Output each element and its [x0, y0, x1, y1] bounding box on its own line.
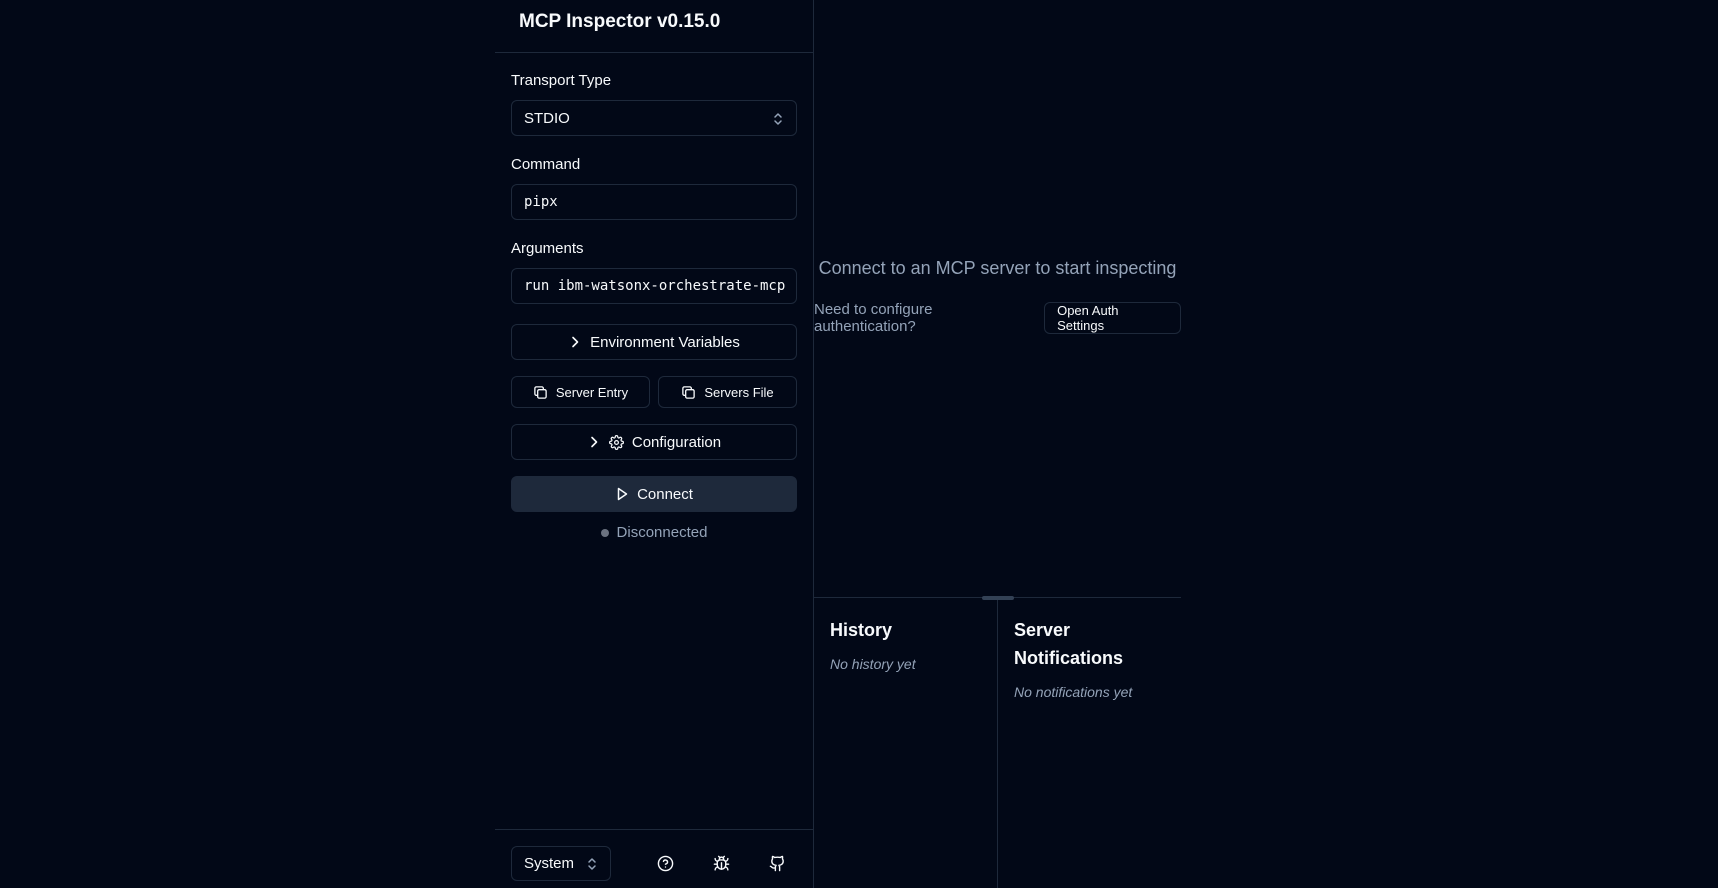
copy-icon — [533, 385, 548, 400]
server-notifications-panel: Server Notifications No notifications ye… — [998, 598, 1181, 888]
connection-form: Transport Type STDIO Command pipx Argume… — [495, 53, 813, 541]
transport-type-value: STDIO — [524, 109, 570, 127]
server-entry-button[interactable]: Server Entry — [511, 376, 650, 408]
bug-icon[interactable] — [703, 846, 739, 881]
chevron-up-down-icon — [772, 111, 784, 127]
auth-prompt-row: Need to configure authentication? Open A… — [814, 301, 1181, 335]
environment-variables-button[interactable]: Environment Variables — [511, 324, 797, 360]
theme-select[interactable]: System — [511, 846, 611, 881]
history-panel: History No history yet — [814, 598, 998, 888]
notifications-empty-text: No notifications yet — [1014, 684, 1133, 700]
connection-status: Disconnected — [511, 524, 797, 541]
configuration-label: Configuration — [631, 433, 722, 451]
chevron-right-icon — [587, 435, 601, 449]
connect-button[interactable]: Connect — [511, 476, 797, 512]
command-label: Command — [511, 156, 581, 173]
inspector-area: Connect to an MCP server to start inspec… — [814, 0, 1181, 600]
open-auth-settings-button[interactable]: Open Auth Settings — [1044, 302, 1181, 334]
gear-icon — [608, 434, 624, 450]
help-icon[interactable] — [647, 846, 683, 881]
theme-value: System — [524, 855, 575, 872]
transport-type-label: Transport Type — [511, 72, 612, 89]
connect-label: Connect — [637, 485, 693, 503]
main-panel: Connect to an MCP server to start inspec… — [814, 0, 1181, 888]
copy-config-buttons: Server Entry Servers File — [511, 376, 797, 408]
server-entry-label: Server Entry — [555, 384, 629, 400]
github-icon[interactable] — [759, 846, 795, 881]
transport-type-select[interactable]: STDIO — [511, 100, 797, 136]
status-dot — [600, 528, 609, 537]
empty-state-title: Connect to an MCP server to start inspec… — [818, 258, 1177, 278]
sidebar-footer: System — [495, 829, 813, 888]
arguments-label: Arguments — [511, 240, 584, 257]
status-text: Disconnected — [616, 524, 708, 541]
bottom-panels: History No history yet Server Notificati… — [814, 598, 1181, 888]
history-title: History — [830, 620, 893, 640]
chevron-right-icon — [568, 335, 582, 349]
command-input[interactable]: pipx — [511, 184, 797, 220]
servers-file-button[interactable]: Servers File — [658, 376, 797, 408]
app-title: MCP Inspector v0.15.0 — [495, 0, 813, 53]
resize-handle[interactable] — [982, 596, 1014, 600]
history-empty-text: No history yet — [830, 656, 916, 672]
environment-variables-label: Environment Variables — [590, 333, 740, 351]
configuration-button[interactable]: Configuration — [511, 424, 797, 460]
sidebar: MCP Inspector v0.15.0 Transport Type STD… — [495, 0, 814, 888]
chevron-up-down-icon — [586, 856, 598, 872]
servers-file-label: Servers File — [704, 384, 774, 400]
auth-prompt-text: Need to configure authentication? — [814, 301, 933, 335]
arguments-input[interactable]: run ibm-watsonx-orchestrate-mcp — [511, 268, 797, 304]
server-notifications-title: Server Notifications — [1014, 620, 1124, 668]
copy-icon — [681, 385, 696, 400]
play-icon — [615, 487, 629, 501]
